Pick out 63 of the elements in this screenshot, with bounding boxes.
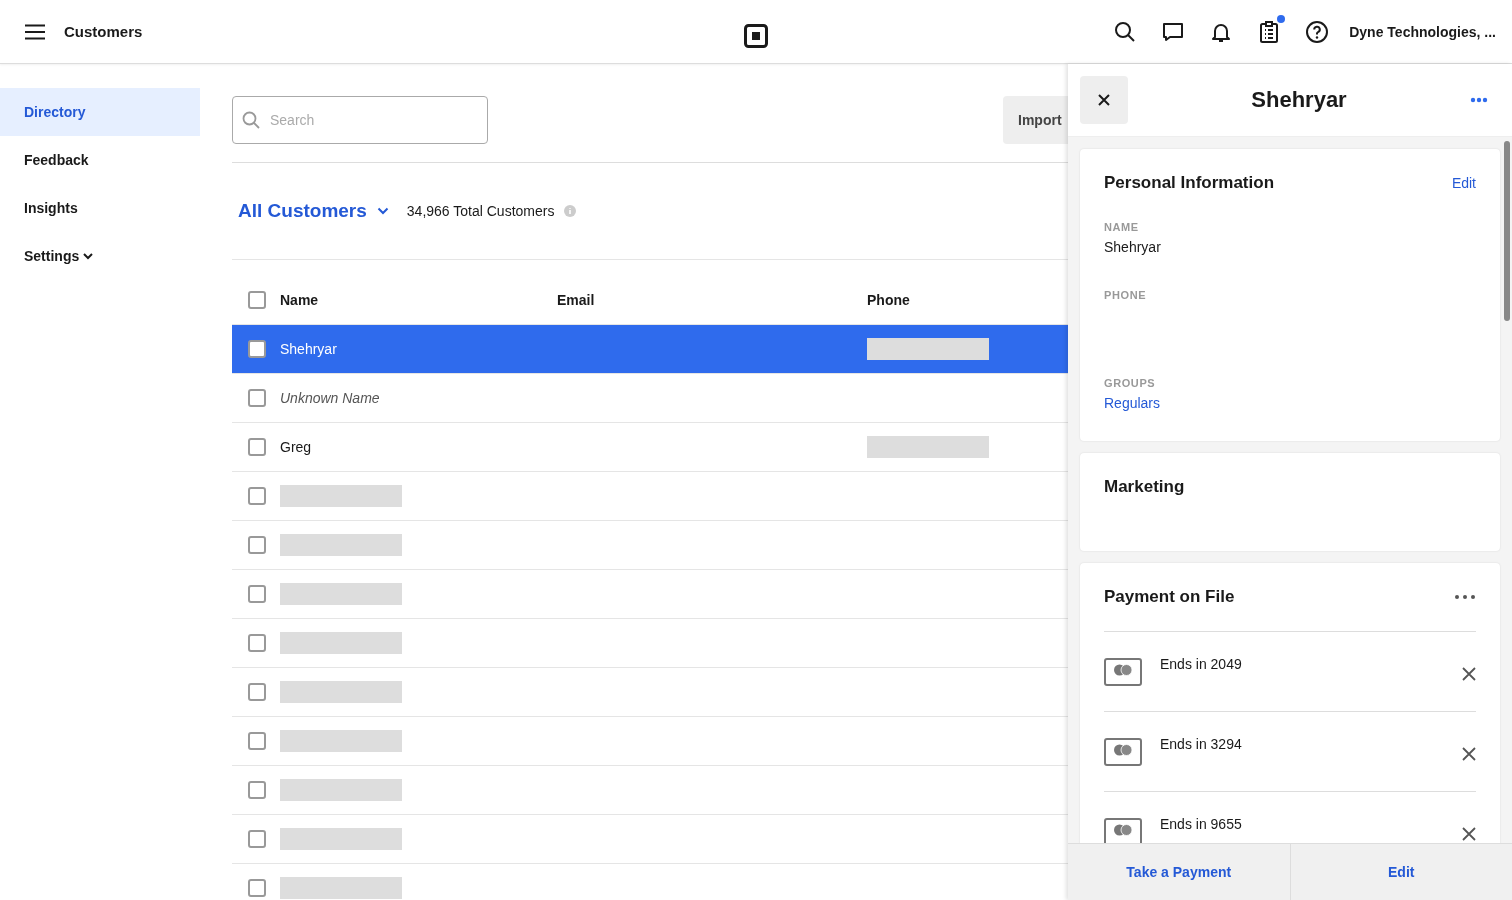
search-icon <box>242 111 260 129</box>
checkbox[interactable] <box>248 683 266 701</box>
chevron-down-icon[interactable] <box>83 252 94 260</box>
card-title: Payment on File <box>1104 587 1235 607</box>
card-label: Ends in 9655 <box>1160 816 1243 832</box>
footer-button[interactable]: Edit <box>1289 844 1512 900</box>
table-row[interactable]: Shehryar <box>232 325 1068 374</box>
field-label: PHONE <box>1104 289 1148 301</box>
footer-button[interactable]: Take a Payment <box>1068 844 1290 900</box>
column-header[interactable]: Phone <box>867 292 910 308</box>
menu-icon[interactable] <box>24 23 46 40</box>
checkbox[interactable] <box>248 732 266 750</box>
sidebar-item[interactable]: Settings <box>24 248 80 264</box>
page-title: Customers <box>64 23 143 40</box>
credit-card-icon <box>1104 658 1142 686</box>
close-button[interactable] <box>1080 76 1128 124</box>
close-icon[interactable] <box>1097 93 1111 107</box>
card-title: Marketing <box>1104 477 1186 497</box>
card-label: Ends in 3294 <box>1160 736 1243 752</box>
remove-icon[interactable] <box>1462 747 1476 761</box>
list-title[interactable]: All Customers <box>238 200 367 222</box>
search-field[interactable]: Search <box>232 96 488 144</box>
checkbox[interactable] <box>248 830 266 848</box>
more-icon[interactable] <box>1454 594 1476 600</box>
card-label: Ends in 2049 <box>1160 656 1243 672</box>
checkbox[interactable] <box>248 438 266 456</box>
field-value: Shehryar <box>1104 239 1162 255</box>
checkbox[interactable] <box>248 634 266 652</box>
checkbox[interactable] <box>248 340 266 358</box>
column-header[interactable]: Name <box>280 292 557 308</box>
scrollbar[interactable] <box>1504 141 1510 321</box>
remove-icon[interactable] <box>1462 667 1476 681</box>
remove-icon[interactable] <box>1462 827 1476 841</box>
field-label: NAME <box>1104 221 1140 233</box>
table-cell-text: Greg <box>280 439 313 455</box>
sidebar-item[interactable]: Feedback <box>0 136 89 184</box>
table-row[interactable]: Unknown Name <box>232 374 1068 423</box>
column-header[interactable]: Email <box>557 292 867 308</box>
logo-icon[interactable] <box>744 24 768 48</box>
checkbox[interactable] <box>248 487 266 505</box>
sidebar-item[interactable]: Insights <box>0 184 78 232</box>
account-name[interactable]: Dyne Technologies, ... <box>1349 23 1496 40</box>
checkbox[interactable] <box>248 585 266 603</box>
panel-title: Shehryar <box>1250 87 1348 113</box>
table-cell-text: Shehryar <box>280 341 338 357</box>
table-cell-text: Unknown Name <box>280 390 381 406</box>
sidebar-item[interactable]: Directory <box>0 88 200 136</box>
group-link[interactable]: Regulars <box>1104 395 1476 411</box>
more-icon[interactable] <box>1470 97 1488 103</box>
credit-card-icon <box>1104 738 1142 766</box>
checkbox[interactable] <box>248 879 266 897</box>
field-label: GROUPS <box>1104 377 1157 389</box>
table-row[interactable]: Greg <box>232 423 1068 472</box>
checkbox[interactable] <box>248 781 266 799</box>
chevron-down-icon[interactable] <box>376 207 389 215</box>
edit-link[interactable]: Edit <box>1451 175 1476 191</box>
help-icon[interactable] <box>1305 19 1330 44</box>
card-title: Personal Information <box>1104 173 1275 193</box>
checkbox[interactable] <box>248 291 266 309</box>
checkbox[interactable] <box>248 536 266 554</box>
checkbox[interactable] <box>248 389 266 407</box>
customer-count: 34,966 Total Customers <box>406 203 555 219</box>
import-button[interactable]: Import <box>1003 96 1068 144</box>
